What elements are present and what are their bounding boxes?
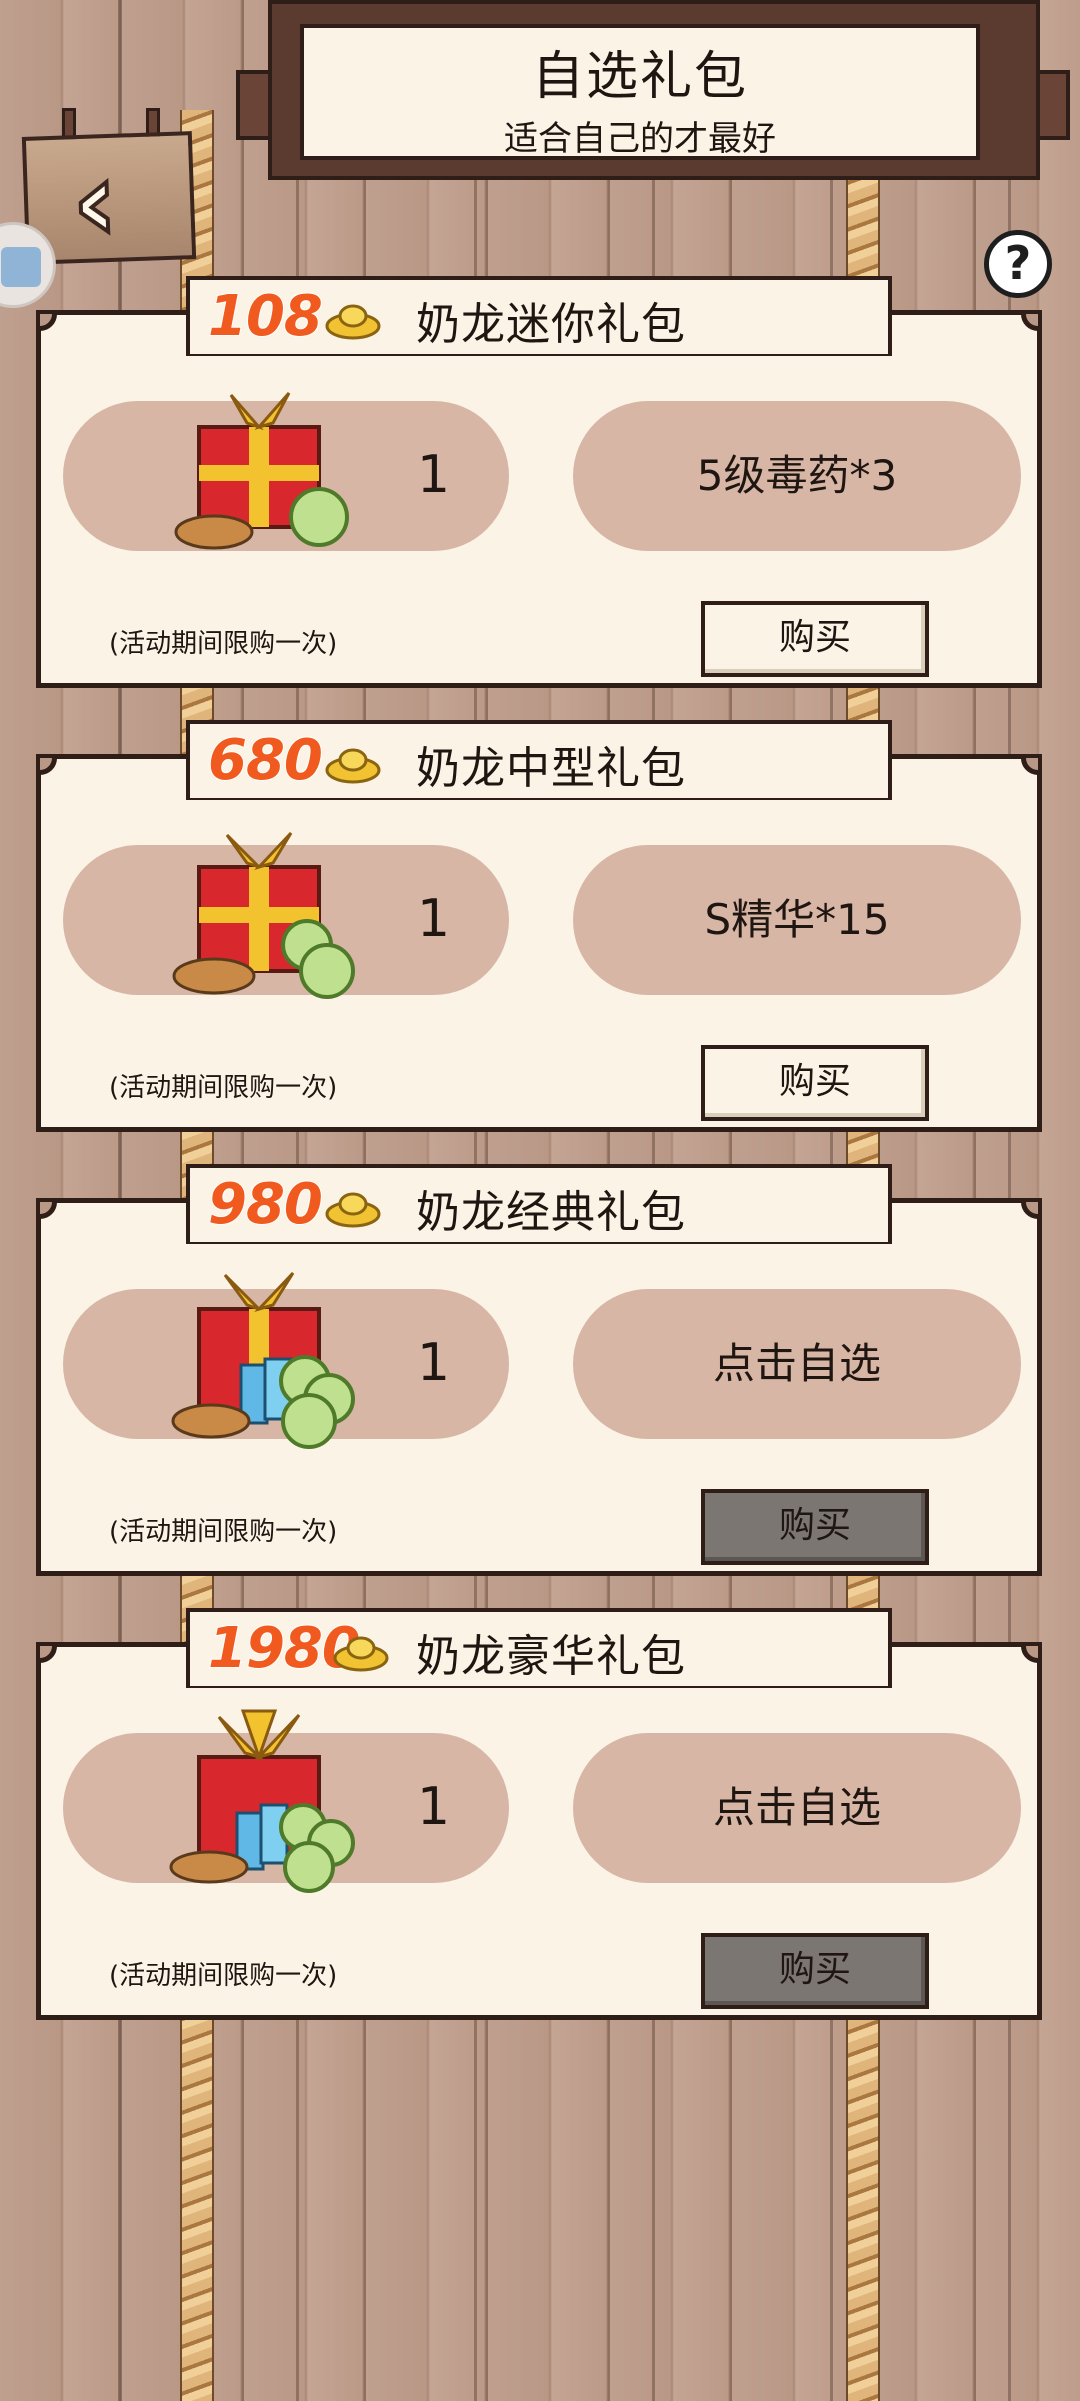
- purchase-limit-note: (活动期间限购一次): [109, 1517, 338, 1547]
- pack-quantity: 1: [417, 1333, 451, 1393]
- pack-name: 奶龙迷你礼包: [416, 299, 686, 350]
- pack-title-tab: 108 奶龙迷你礼包: [186, 276, 892, 356]
- pack-price: 680: [207, 727, 324, 794]
- gift-box-icon: [169, 1709, 355, 1893]
- pack-card: 1 S精华*15 (活动期间限购一次) 购买: [36, 754, 1042, 1132]
- buy-button[interactable]: 购买: [701, 1489, 929, 1565]
- reward-text: 5级毒药*3: [696, 451, 898, 500]
- purchase-limit-note: (活动期间限购一次): [109, 629, 338, 659]
- page-title: 自选礼包: [531, 47, 748, 107]
- gold-ingot-icon: [325, 1192, 381, 1228]
- pack-price: 980: [207, 1171, 324, 1238]
- reward-text: 点击自选: [712, 1783, 881, 1832]
- pack-name: 奶龙经典礼包: [416, 1187, 686, 1238]
- pack-quantity: 1: [417, 445, 451, 505]
- help-button[interactable]: ?: [984, 230, 1052, 298]
- gold-ingot-icon: [325, 304, 381, 340]
- pack-title-tab: 680 奶龙中型礼包: [186, 720, 892, 800]
- pack-quantity: 1: [417, 1777, 451, 1837]
- pack-name: 奶龙中型礼包: [416, 743, 686, 794]
- gift-box-icon: [174, 392, 349, 550]
- page-subtitle: 适合自己的才最好: [504, 119, 776, 159]
- reward-text: 点击自选: [712, 1339, 881, 1388]
- gold-ingot-icon: [325, 748, 381, 784]
- gift-box-icon: [172, 831, 355, 999]
- pack-title-tab: 980 奶龙经典礼包: [186, 1164, 892, 1244]
- purchase-limit-note: (活动期间限购一次): [109, 1073, 338, 1103]
- gift-box-icon: [171, 1271, 355, 1449]
- badge-icon: [1, 247, 41, 287]
- pack-card: 1 点击自选 (活动期间限购一次) 购买: [36, 1198, 1042, 1576]
- header-panel: 自选礼包 适合自己的才最好: [300, 24, 980, 160]
- purchase-limit-note: (活动期间限购一次): [109, 1961, 338, 1991]
- buy-button[interactable]: 购买: [701, 1045, 929, 1121]
- pack-quantity: 1: [417, 889, 451, 949]
- pack-name: 奶龙豪华礼包: [416, 1631, 686, 1682]
- buy-button[interactable]: 购买: [701, 1933, 929, 2009]
- pack-card: 1 5级毒药*3 (活动期间限购一次) 购买: [36, 310, 1042, 688]
- gold-ingot-icon: [333, 1636, 389, 1672]
- reward-bubble[interactable]: 5级毒药*3: [573, 401, 1021, 551]
- back-arrow-icon: ‹: [68, 135, 122, 269]
- buy-button[interactable]: 购买: [701, 601, 929, 677]
- pack-price: 108: [207, 283, 324, 350]
- pack-title-tab: 1980 奶龙豪华礼包: [186, 1608, 892, 1688]
- reward-bubble[interactable]: 点击自选: [573, 1289, 1021, 1439]
- reward-text: S精华*15: [704, 895, 890, 944]
- reward-bubble[interactable]: S精华*15: [573, 845, 1021, 995]
- reward-bubble[interactable]: 点击自选: [573, 1733, 1021, 1883]
- pack-card: 1 点击自选 (活动期间限购一次) 购买: [36, 1642, 1042, 2020]
